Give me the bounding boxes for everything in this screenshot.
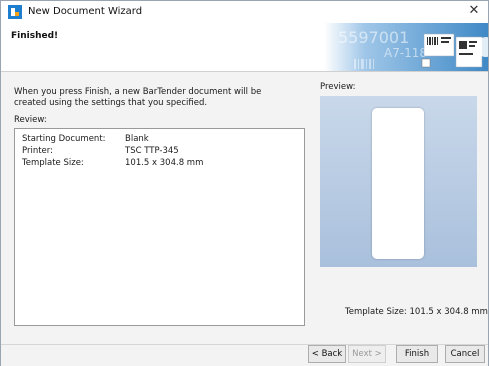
- barcode-banner-graphic: 5597001 A7-118: [324, 23, 488, 71]
- preview-area: [320, 96, 477, 267]
- review-value-printer: TSC TTP-345: [125, 146, 179, 156]
- wizard-window: New Document Wizard ✕ Finished! 5597001 …: [0, 0, 489, 366]
- review-key-starting-document: Starting Document:: [22, 134, 106, 144]
- close-icon[interactable]: ✕: [466, 3, 482, 19]
- review-key-template-size: Template Size:: [22, 158, 84, 168]
- review-box: Starting Document: Blank Printer: TSC TT…: [14, 128, 305, 326]
- back-button[interactable]: < Back: [308, 345, 346, 363]
- window-title: New Document Wizard: [28, 6, 143, 17]
- review-label: Review:: [14, 115, 47, 125]
- review-value-template-size: 101.5 x 304.8 mm: [125, 158, 204, 168]
- banner-code-text: A7-118: [384, 46, 427, 60]
- title-bar: New Document Wizard ✕: [1, 1, 488, 23]
- finish-button[interactable]: Finish: [396, 345, 438, 363]
- review-key-printer: Printer:: [22, 146, 53, 156]
- banner-number-text: 5597001: [338, 28, 409, 47]
- wizard-body: When you press Finish, a new BarTender d…: [1, 72, 488, 344]
- preview-label: Preview:: [320, 82, 356, 92]
- intro-text: When you press Finish, a new BarTender d…: [14, 87, 262, 108]
- wizard-footer: < Back Next > Finish Cancel: [1, 344, 488, 366]
- next-button[interactable]: Next >: [348, 345, 386, 363]
- wizard-header: Finished! 5597001 A7-118: [1, 23, 488, 72]
- preview-template-size: Template Size: 101.5 x 304.8 mm: [345, 307, 488, 317]
- review-value-starting-document: Blank: [125, 134, 149, 144]
- bartender-app-icon: [8, 5, 22, 19]
- page-title: Finished!: [11, 31, 59, 41]
- cancel-button[interactable]: Cancel: [445, 345, 485, 363]
- label-preview: [372, 108, 424, 259]
